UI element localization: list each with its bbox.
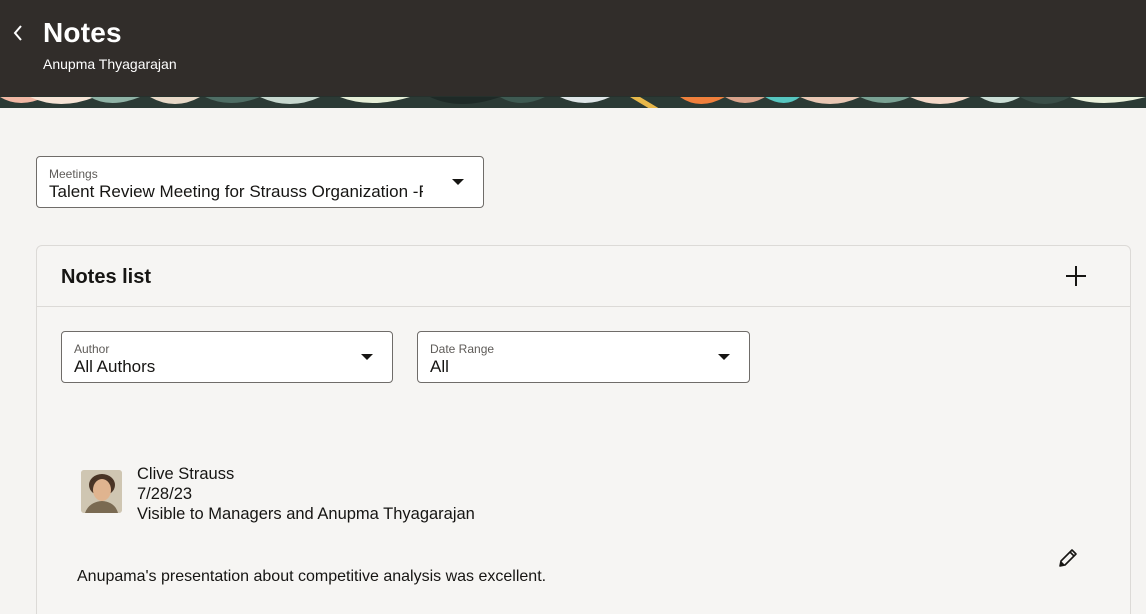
author-filter-select[interactable]: Author All Authors <box>61 331 393 383</box>
plus-icon <box>1066 266 1086 286</box>
chevron-down-icon <box>361 354 373 360</box>
author-filter-value: All Authors <box>74 357 156 376</box>
page-title: Notes <box>43 17 122 48</box>
note-date: 7/28/23 <box>137 485 193 503</box>
decorative-banner <box>0 96 1146 108</box>
page-subtitle: Anupma Thyagarajan <box>43 56 177 72</box>
date-range-filter-select[interactable]: Date Range All <box>417 331 750 383</box>
date-range-filter-label: Date Range <box>430 342 495 356</box>
chevron-left-icon <box>13 25 22 41</box>
edit-note-button[interactable] <box>1057 547 1079 569</box>
avatar <box>81 470 122 513</box>
author-filter-label: Author <box>74 342 110 356</box>
notes-list-card: Notes list Author All Authors Date Range… <box>36 245 1131 614</box>
meetings-select[interactable]: Meetings Talent Review Meeting for Strau… <box>36 156 484 208</box>
notes-list-title: Notes list <box>61 266 152 288</box>
meetings-label: Meetings <box>49 167 98 181</box>
pencil-icon <box>1059 549 1077 567</box>
author-photo <box>81 470 122 513</box>
back-button[interactable] <box>8 22 28 44</box>
chevron-down-icon <box>452 179 464 185</box>
note-author: Clive Strauss <box>137 465 235 483</box>
chevron-down-icon <box>718 354 730 360</box>
note-visibility: Visible to Managers and Anupma Thyagaraj… <box>137 505 475 523</box>
add-note-button[interactable] <box>1064 264 1088 288</box>
page-header: Notes Anupma Thyagarajan <box>0 0 1146 96</box>
notes-list-header: Notes list <box>37 246 1130 307</box>
date-range-filter-value: All <box>430 357 449 376</box>
meetings-value: Talent Review Meeting for Strauss Organi… <box>49 182 423 201</box>
banner-pattern <box>0 97 1146 108</box>
note-text: Anupama's presentation about competitive… <box>77 568 547 585</box>
note-meta: Clive Strauss 7/28/23 Visible to Manager… <box>137 464 475 524</box>
